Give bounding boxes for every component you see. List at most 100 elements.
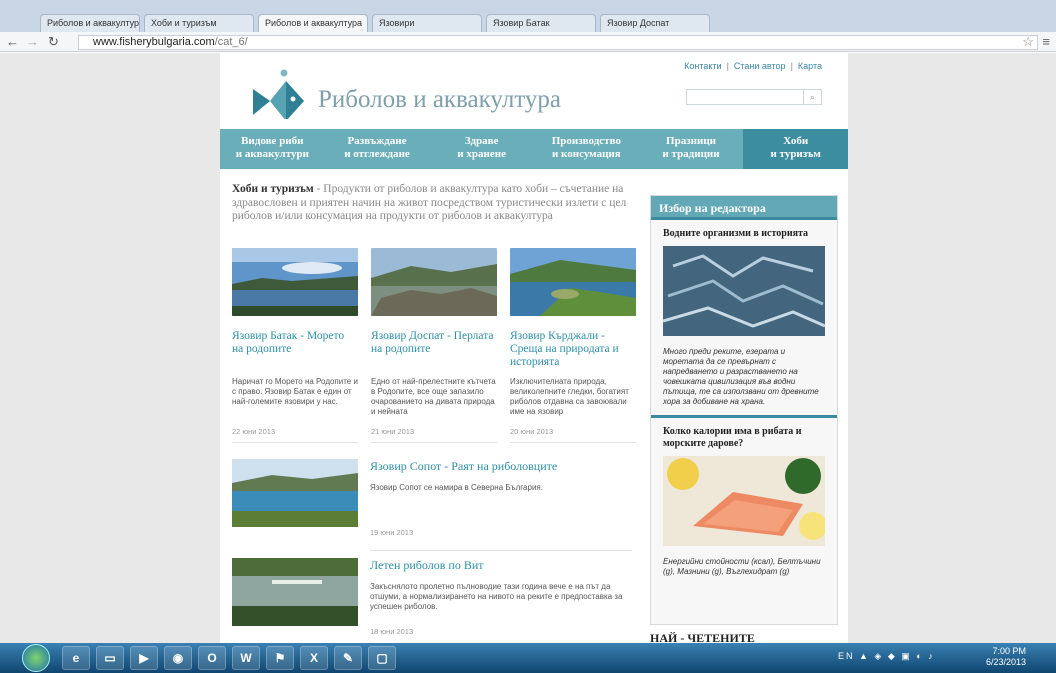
browser-tab[interactable]: Риболов и аквакултура (40, 14, 140, 32)
sidebar-item-title[interactable]: Водните организми в историята (651, 220, 837, 240)
chrome-icon[interactable]: ◉ (164, 646, 192, 670)
start-button[interactable] (22, 644, 50, 672)
search-input[interactable]: ⌕ (686, 89, 822, 105)
url-path: /cat_6/ (214, 36, 248, 48)
nav-item-fish-species[interactable]: Видове риби и аквакултури (220, 129, 325, 169)
article-card: Язовир Кърджали - Среща на природата и и… (510, 248, 636, 443)
article-date: 19 юни 2013 (370, 528, 414, 537)
clock-time: 7:00 PM (992, 646, 1026, 656)
nav-label: Производство (551, 135, 621, 147)
outlook-icon[interactable]: O (198, 646, 226, 670)
menu-icon[interactable]: ≡ (1042, 34, 1050, 49)
browser-tab-active[interactable]: Риболов и аквакултура (258, 14, 368, 32)
bookmark-star-icon[interactable]: ☆ (1022, 34, 1034, 50)
article-image-vit[interactable] (232, 558, 358, 626)
article-image-kardzhali[interactable] (510, 248, 636, 316)
folder-icon[interactable]: ▭ (96, 646, 124, 670)
article-title[interactable]: Язовир Сопот - Раят на риболовците (370, 459, 557, 474)
nav-label: и традиции (662, 148, 720, 160)
url-host: www.fisherybulgaria.com (93, 36, 215, 48)
reload-icon[interactable]: ↻ (48, 34, 59, 50)
article-card: Язовир Доспат - Перлата на родопите Едно… (371, 248, 497, 443)
url-input[interactable]: www.fisherybulgaria.com/cat_6/ (78, 35, 1038, 50)
browser-tab[interactable]: Язовир Батак (486, 14, 596, 32)
article-date: 18 юни 2013 (370, 627, 414, 636)
browser-tab[interactable]: Хоби и туризъм (144, 14, 254, 32)
divider (370, 550, 632, 551)
article-title[interactable]: Язовир Батак - Морето на родопите (232, 330, 358, 372)
article-title[interactable]: Язовир Кърджали - Среща на природата и и… (510, 330, 636, 372)
article-card: Язовир Батак - Морето на родопите Нарича… (232, 248, 358, 443)
system-tray-icons[interactable]: EN ▲ ◈ ◆ ▣ ◐ ♪ (838, 651, 935, 662)
sidebar-item-title[interactable]: Колко калории има в рибата и морските да… (651, 418, 837, 450)
address-bar-row: ← → ↻ www.fisherybulgaria.com/cat_6/ ☆ ≡ (0, 32, 1056, 52)
paint-icon[interactable]: ✎ (334, 646, 362, 670)
nav-label: и аквакултури (235, 148, 309, 160)
sidebar-item: Колко калории има в рибата и морските да… (651, 418, 837, 577)
sidebar-item: Водните организми в историята Много пред… (651, 220, 837, 407)
nav-label: и туризъм (770, 148, 821, 160)
excel-icon[interactable]: X (300, 646, 328, 670)
article-desc: Закъснялото пролетно пълноводие тази год… (370, 582, 623, 611)
sidebar-item-desc: Много преди реките, езерата и моретата д… (663, 347, 819, 406)
fish-logo-icon[interactable] (248, 67, 308, 119)
contacts-link[interactable]: Контакти (684, 61, 721, 71)
language-indicator[interactable]: EN (838, 651, 855, 661)
article-image-sopot[interactable] (232, 459, 358, 527)
article-desc: Наричат го Морето на Родопите и с право.… (232, 377, 358, 406)
forward-arrow-icon[interactable]: → (26, 34, 39, 50)
article-image-batak[interactable] (232, 248, 358, 316)
article-date: 20 юни 2013 (510, 427, 636, 443)
nav-label: и консумация (551, 148, 621, 160)
screen: Риболов и аквакултура Хоби и туризъм Риб… (0, 0, 1056, 673)
clock[interactable]: 7:00 PM 6/23/2013 (986, 646, 1026, 668)
nav-item-holidays[interactable]: Празници и традиции (639, 129, 744, 169)
flag-app-icon[interactable]: ⚑ (266, 646, 294, 670)
back-arrow-icon[interactable]: ← (6, 34, 19, 50)
article-title[interactable]: Язовир Доспат - Перлата на родопите (371, 330, 497, 372)
word-icon[interactable]: W (232, 646, 260, 670)
ie-icon[interactable]: e (62, 646, 90, 670)
site-page: Контакти | Стани автор | Карта Риболов и акв… (220, 53, 849, 643)
page-viewport: Контакти | Стани автор | Карта Риболов и акв… (0, 53, 1056, 643)
media-player-icon[interactable]: ▶ (130, 646, 158, 670)
site-title: Риболов и аквакултура (318, 86, 562, 113)
article-image-dospat[interactable] (371, 248, 497, 316)
category-heading: Хоби и туризъм (232, 183, 314, 195)
nav-label: Развъждане (347, 135, 407, 147)
window-icon[interactable]: ▢ (368, 646, 396, 670)
most-read-heading: НАЙ - ЧЕТЕНИТЕ (650, 631, 755, 643)
nav-label: и хранене (457, 148, 506, 160)
top-links: Контакти | Стани автор | Карта (684, 61, 822, 71)
article-desc: Язовир Сопот се намира в Северна Българи… (370, 483, 543, 492)
browser-tab[interactable]: Язовири (372, 14, 482, 32)
browser-tabstrip: Риболов и аквакултура Хоби и туризъм Риб… (0, 0, 1056, 32)
article-desc: Едно от най-прелестните кътчета в Родопи… (371, 377, 496, 416)
search-icon[interactable]: ⌕ (803, 90, 821, 104)
sidebar-image-salmon[interactable] (663, 456, 827, 546)
category-intro: Хоби и туризъм - Продукти от риболов и а… (232, 183, 632, 224)
clock-date: 6/23/2013 (985, 657, 1026, 667)
article-desc: Изключителната природа, великолепните гл… (510, 377, 629, 416)
nav-item-breeding[interactable]: Развъждане и отглеждане (325, 129, 430, 169)
nav-item-health[interactable]: Здраве и хранене (429, 129, 534, 169)
sidebar-image-organisms[interactable] (662, 246, 826, 336)
browser-tab[interactable]: Язовир Доспат (600, 14, 710, 32)
editors-choice-sidebar: Избор на редактора Водните организми в и… (650, 195, 838, 625)
article-title[interactable]: Летен риболов по Вит (370, 558, 484, 573)
article-row: Летен риболов по Вит Закъснялото пролетн… (232, 558, 632, 643)
sidebar-heading: Избор на редактора (651, 196, 837, 220)
nav-item-production[interactable]: Производство и консумация (534, 129, 639, 169)
sidebar-item-desc: Енергийни стойности (ксал), Белтъчини (g… (663, 557, 821, 576)
nav-label: и отглеждане (344, 148, 410, 160)
nav-item-hobby[interactable]: Хоби и туризъм (743, 129, 849, 169)
map-link[interactable]: Карта (798, 61, 822, 71)
windows-taskbar: e ▭ ▶ ◉ O W ⚑ X ✎ ▢ EN ▲ ◈ ◆ ▣ ◐ ♪ 7:00 … (0, 643, 1056, 673)
nav-label: Здраве (464, 135, 499, 147)
article-date: 22 юни 2013 (232, 427, 358, 443)
nav-label: Хоби (783, 135, 809, 147)
become-author-link[interactable]: Стани автор (734, 61, 786, 71)
nav-label: Видове риби (241, 135, 304, 147)
nav-label: Празници (666, 135, 716, 147)
article-date: 21 юни 2013 (371, 427, 497, 443)
